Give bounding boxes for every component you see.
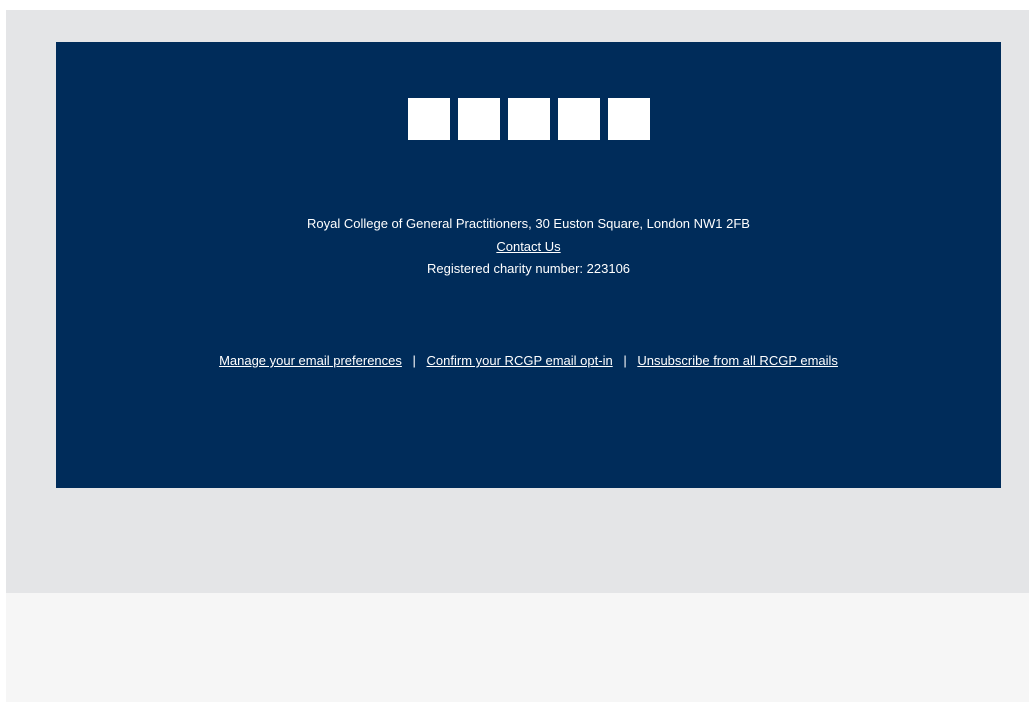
linkedin-icon[interactable] xyxy=(507,98,550,140)
twitter-icon[interactable] xyxy=(457,98,500,140)
address-block: Royal College of General Practitioners, … xyxy=(56,213,1001,281)
link-separator: | xyxy=(623,353,627,368)
manage-preferences-link[interactable]: Manage your email preferences xyxy=(219,353,402,368)
facebook-icon[interactable] xyxy=(407,98,450,140)
social-icons-row xyxy=(56,98,1001,140)
instagram-icon[interactable] xyxy=(607,98,650,140)
confirm-optin-link[interactable]: Confirm your RCGP email opt-in xyxy=(427,353,613,368)
charity-number: Registered charity number: 223106 xyxy=(426,261,631,276)
email-footer: Royal College of General Practitioners, … xyxy=(56,42,1001,488)
address-text: Royal College of General Practitioners, … xyxy=(307,216,750,231)
link-separator: | xyxy=(412,353,416,368)
email-background: Royal College of General Practitioners, … xyxy=(6,10,1029,593)
youtube-icon[interactable] xyxy=(557,98,600,140)
contact-us-link[interactable]: Contact Us xyxy=(496,239,560,254)
email-links-row: Manage your email preferences | Confirm … xyxy=(56,351,1001,371)
bottom-strip xyxy=(6,593,1029,702)
unsubscribe-link[interactable]: Unsubscribe from all RCGP emails xyxy=(637,353,838,368)
